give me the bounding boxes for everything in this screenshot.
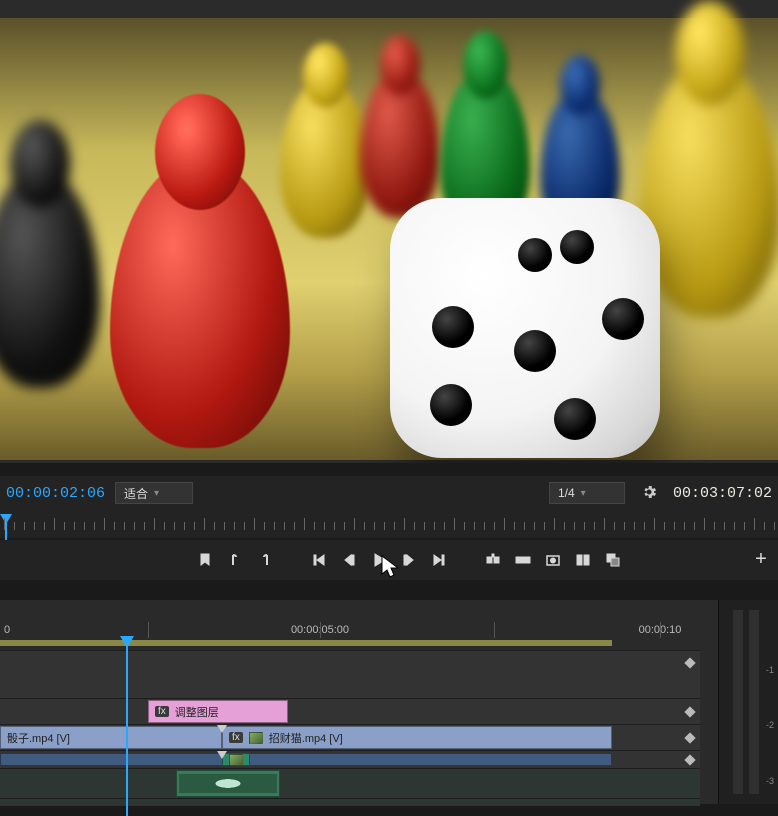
monitor-playhead-icon[interactable] bbox=[0, 514, 12, 524]
go-to-out-button[interactable] bbox=[424, 545, 454, 575]
clip-video-base[interactable] bbox=[0, 753, 612, 766]
toggle-proxies-button[interactable] bbox=[598, 545, 628, 575]
clip-label: 招财猫.mp4 [V] bbox=[269, 730, 343, 746]
export-frame-button[interactable] bbox=[538, 545, 568, 575]
clip-thumbnail-icon bbox=[249, 732, 263, 744]
play-button[interactable] bbox=[364, 545, 394, 575]
chevron-down-icon: ▾ bbox=[154, 488, 159, 499]
meter-channel bbox=[749, 610, 759, 794]
keyframe-diamond-icon[interactable] bbox=[684, 706, 695, 717]
lift-button[interactable] bbox=[478, 545, 508, 575]
program-monitor bbox=[0, 0, 778, 463]
keyframe-diamond-icon[interactable] bbox=[684, 657, 695, 668]
keyframe-diamond-icon[interactable] bbox=[684, 732, 695, 743]
timeline-playhead-icon[interactable] bbox=[120, 636, 134, 648]
work-area-bar[interactable] bbox=[0, 640, 612, 646]
meter-channel bbox=[733, 610, 743, 794]
playback-resolution-dropdown[interactable]: 1/4 ▾ bbox=[549, 482, 625, 504]
transport-controls bbox=[0, 540, 778, 580]
track-v0[interactable] bbox=[0, 750, 700, 768]
clip-adjustment-layer[interactable]: fx 调整图层 bbox=[148, 700, 288, 723]
game-piece bbox=[280, 78, 370, 238]
go-to-in-button[interactable] bbox=[304, 545, 334, 575]
monitor-scrub-ruler[interactable] bbox=[0, 510, 778, 538]
mark-in-button[interactable] bbox=[220, 545, 250, 575]
zoom-fit-dropdown[interactable]: 适合 ▾ bbox=[115, 482, 193, 504]
mark-out-button[interactable] bbox=[250, 545, 280, 575]
step-forward-button[interactable] bbox=[394, 545, 424, 575]
settings-icon[interactable] bbox=[641, 484, 657, 503]
clip-video-dice[interactable]: 骰子.mp4 [V] bbox=[0, 726, 222, 749]
meter-scale: -1 -2 -3 bbox=[760, 610, 774, 794]
audio-meter: -1 -2 -3 bbox=[718, 600, 778, 804]
fx-badge: fx bbox=[229, 732, 243, 743]
meter-scale-label: -2 bbox=[766, 720, 774, 730]
comparison-view-button[interactable] bbox=[568, 545, 598, 575]
audio-waveform-icon bbox=[179, 774, 277, 793]
die bbox=[390, 198, 660, 458]
edit-point-icon[interactable] bbox=[217, 751, 227, 759]
button-editor-add-button[interactable]: + bbox=[748, 546, 774, 572]
game-piece bbox=[360, 68, 440, 218]
track-v2[interactable]: fx 调整图层 bbox=[0, 698, 700, 724]
clip-label: 骰子.mp4 [V] bbox=[7, 730, 70, 746]
meter-scale-label: -1 bbox=[766, 665, 774, 675]
playback-resolution-label: 1/4 bbox=[558, 486, 575, 500]
track-a2[interactable] bbox=[0, 798, 700, 806]
ruler-label: 0 bbox=[4, 624, 10, 636]
game-piece bbox=[0, 168, 100, 388]
add-marker-button[interactable] bbox=[190, 545, 220, 575]
extract-button[interactable] bbox=[508, 545, 538, 575]
timeline-ruler[interactable]: 0 00:00:05:00 00:00:10 bbox=[0, 600, 700, 640]
zoom-fit-label: 适合 bbox=[124, 485, 148, 502]
fx-badge: fx bbox=[155, 706, 169, 717]
track-v3[interactable] bbox=[0, 650, 700, 698]
clip-video-cat[interactable]: fx 招财猫.mp4 [V] bbox=[222, 726, 612, 749]
timeline-tracks: fx 调整图层 骰子.mp4 [V] fx 招财猫.mp4 [V] bbox=[0, 650, 700, 806]
duration-timecode: 00:03:07:02 bbox=[673, 485, 772, 502]
clip-audio[interactable] bbox=[176, 770, 280, 797]
game-piece bbox=[640, 58, 778, 318]
track-v1[interactable]: 骰子.mp4 [V] fx 招财猫.mp4 [V] bbox=[0, 724, 700, 750]
clip-thumbnail-icon bbox=[229, 754, 243, 766]
chevron-down-icon: ▾ bbox=[581, 488, 586, 499]
timeline-panel: 0 00:00:05:00 00:00:10 fx 调整图层 骰子.mp4 [V… bbox=[0, 600, 778, 804]
keyframe-diamond-icon[interactable] bbox=[684, 754, 695, 765]
game-piece bbox=[110, 158, 290, 448]
meter-scale-label: -3 bbox=[766, 776, 774, 786]
track-a1[interactable] bbox=[0, 768, 700, 798]
clip-label: 调整图层 bbox=[175, 704, 219, 720]
monitor-frame bbox=[0, 18, 778, 460]
edit-point-icon[interactable] bbox=[217, 725, 227, 733]
current-timecode[interactable]: 00:00:02:06 bbox=[6, 485, 105, 502]
monitor-info-bar: 00:00:02:06 适合 ▾ 1/4 ▾ 00:03:07:02 bbox=[0, 476, 778, 510]
step-back-button[interactable] bbox=[334, 545, 364, 575]
